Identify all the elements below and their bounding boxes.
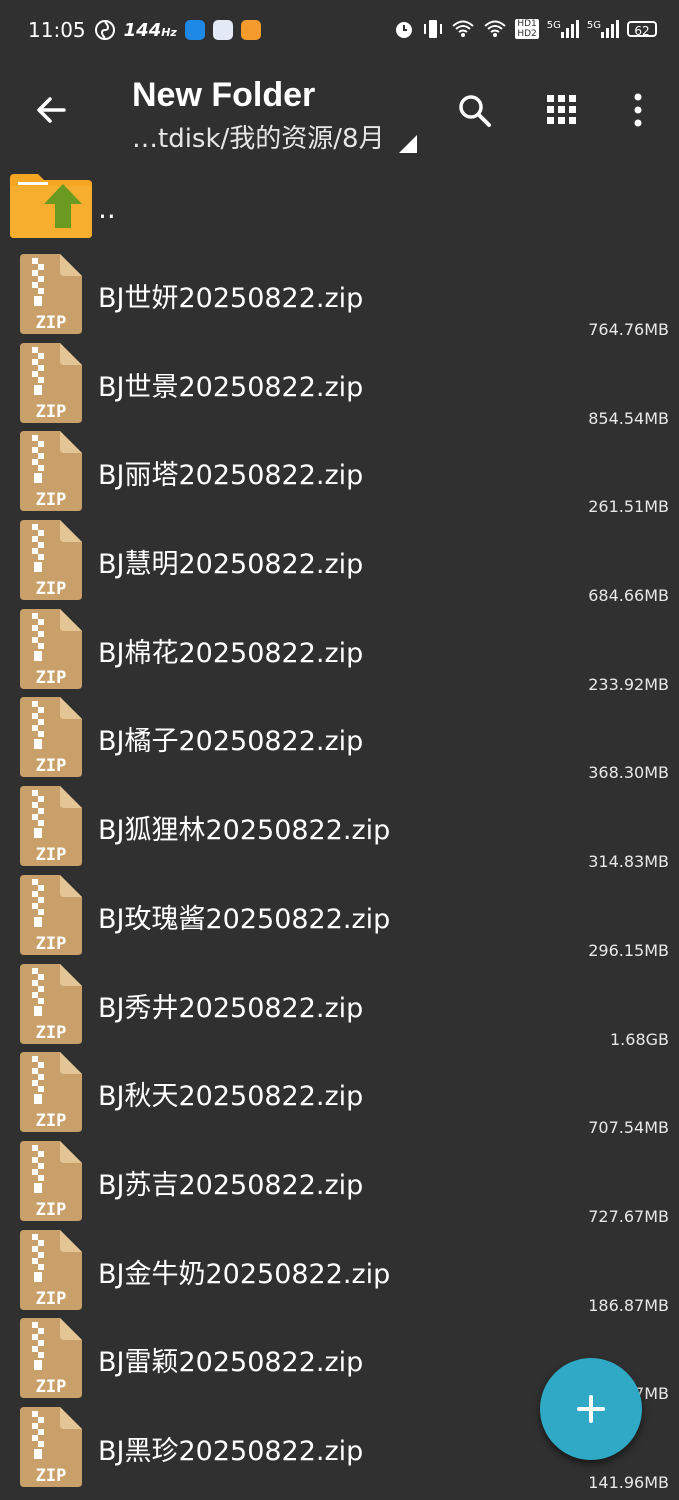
status-time: 11:05 (28, 18, 86, 42)
zip-label: ZIP (36, 402, 67, 422)
folder-title: New Folder (132, 76, 316, 114)
file-name: BJ金牛奶20250822.zip (98, 1258, 391, 1290)
zip-label: ZIP (36, 1466, 67, 1486)
zip-file-icon: ZIP (20, 874, 82, 955)
zip-label: ZIP (36, 1023, 67, 1043)
file-name: BJ丽塔20250822.zip (98, 460, 364, 492)
file-name: BJ玫瑰酱20250822.zip (98, 903, 391, 935)
path-text: …tdisk/我的资源/8月 (132, 124, 385, 154)
file-name: BJ秋天20250822.zip (98, 1081, 364, 1113)
search-icon (459, 95, 491, 127)
zip-file-icon: ZIP (20, 1140, 82, 1221)
more-options-button[interactable] (616, 88, 660, 132)
file-row[interactable]: ZIP BJ苏吉20250822.zip 727.67MB (0, 1131, 679, 1226)
zip-label: ZIP (36, 313, 67, 333)
file-name: BJ狐狸林20250822.zip (98, 815, 391, 847)
zip-file-icon: ZIP (20, 786, 82, 867)
add-fab-button[interactable] (540, 1358, 642, 1460)
zip-label: ZIP (36, 490, 67, 510)
parent-directory-row[interactable]: .. (0, 166, 679, 244)
zip-file-icon: ZIP (20, 963, 82, 1044)
wifi-icon (484, 20, 506, 37)
file-name: BJ橘子20250822.zip (98, 726, 364, 758)
file-name: BJ世妍20250822.zip (98, 283, 364, 314)
vibrate-icon (424, 20, 443, 38)
zip-file-icon: ZIP (20, 1229, 82, 1310)
file-row[interactable]: ZIP BJ玫瑰酱20250822.zip 296.15MB (0, 865, 679, 960)
zip-file-icon: ZIP (20, 1406, 82, 1487)
zip-file-icon: ZIP (20, 1318, 82, 1399)
app-bar: New Folder …tdisk/我的资源/8月 (0, 62, 679, 162)
zip-label: ZIP (36, 756, 67, 776)
wifi-icon (452, 20, 474, 37)
file-size: 141.96MB (588, 1472, 669, 1492)
signal-bars-icon (560, 20, 579, 38)
folder-up-icon (10, 174, 92, 238)
zip-label: ZIP (36, 1377, 67, 1397)
zip-label: ZIP (36, 579, 67, 599)
file-list: .. ZIP BJ世妍20250822.zip 764.76MB ZIP BJ世景202… (0, 166, 679, 1492)
file-name: BJ黑珍20250822.zip (98, 1435, 364, 1467)
zip-file-icon: ZIP (20, 431, 82, 512)
file-row[interactable]: ZIP BJ秀井20250822.zip 1.68GB (0, 954, 679, 1049)
refresh-rate: 144Hz (123, 19, 177, 41)
zip-label: ZIP (36, 934, 67, 954)
grid-view-icon (547, 95, 576, 124)
file-name: BJ苏吉20250822.zip (98, 1169, 364, 1201)
zip-file-icon: ZIP (20, 342, 82, 423)
alarm-icon (396, 22, 413, 38)
file-name: BJ棉花20250822.zip (98, 637, 364, 669)
status-bar: 11:05 144Hz HD1 HD2 5G 5G 62 (0, 0, 679, 62)
back-button[interactable] (30, 88, 74, 132)
plus-icon (577, 1395, 605, 1423)
zip-file-icon: ZIP (20, 608, 82, 689)
file-row[interactable]: ZIP BJ秋天20250822.zip 707.54MB (0, 1042, 679, 1137)
parent-directory-label: .. (98, 192, 116, 225)
file-row[interactable]: ZIP BJ橘子20250822.zip 368.30MB (0, 687, 679, 782)
file-name: BJ雷颖20250822.zip (98, 1347, 364, 1379)
battery-indicator: 62 (627, 21, 657, 38)
pinwheel-icon (94, 20, 115, 40)
zip-file-icon: ZIP (20, 697, 82, 778)
file-name: BJ慧明20250822.zip (98, 549, 364, 581)
zip-label: ZIP (36, 1289, 67, 1309)
search-button[interactable] (452, 88, 496, 132)
app-notification-icon (212, 20, 233, 40)
arrow-left-icon (37, 97, 66, 123)
zip-label: ZIP (36, 1200, 67, 1220)
zip-label: ZIP (36, 1111, 67, 1131)
zip-file-icon: ZIP (20, 1052, 82, 1133)
file-row[interactable]: ZIP BJ世景20250822.zip 854.54MB (0, 333, 679, 428)
app-notification-icon (184, 20, 205, 40)
file-row[interactable]: ZIP BJ丽塔20250822.zip 261.51MB (0, 421, 679, 516)
file-row[interactable]: ZIP BJ金牛奶20250822.zip 186.87MB (0, 1220, 679, 1315)
file-row[interactable]: ZIP BJ狐狸林20250822.zip 314.83MB (0, 776, 679, 871)
file-name: BJ世景20250822.zip (98, 371, 364, 403)
path-dropdown[interactable]: …tdisk/我的资源/8月 (132, 118, 417, 155)
dropdown-triangle-icon (398, 134, 417, 153)
signal-5g-1: 5G (547, 20, 579, 38)
file-row[interactable]: ZIP BJ世妍20250822.zip 764.76MB (0, 244, 679, 339)
signal-5g-2: 5G (587, 20, 619, 38)
zip-file-icon: ZIP (20, 520, 82, 601)
zip-file-icon: ZIP (20, 254, 82, 334)
grid-view-button[interactable] (540, 88, 584, 132)
file-row[interactable]: ZIP BJ棉花20250822.zip 233.92MB (0, 599, 679, 694)
file-name: BJ秀井20250822.zip (98, 992, 364, 1024)
zip-label: ZIP (36, 668, 67, 688)
more-vert-icon (634, 93, 642, 127)
signal-bars-icon (601, 20, 619, 38)
app-notification-icon (240, 20, 261, 40)
zip-label: ZIP (36, 845, 67, 865)
hd-indicator: HD1 HD2 (515, 19, 539, 39)
file-row[interactable]: ZIP BJ慧明20250822.zip 684.66MB (0, 510, 679, 605)
